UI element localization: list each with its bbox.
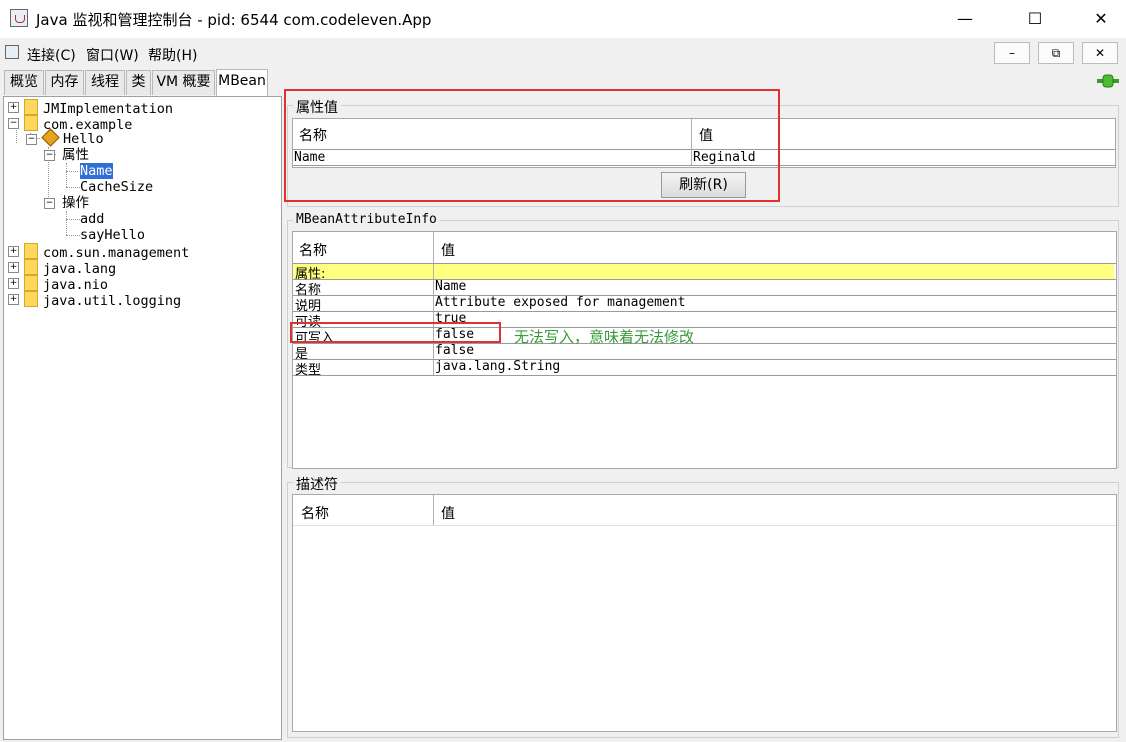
collapse-icon[interactable]: − — [44, 150, 55, 161]
descriptor-title: 描述符 — [293, 474, 341, 494]
table-cell: java.lang.String — [435, 359, 561, 374]
tab-vm-summary[interactable]: VM 概要 — [152, 70, 215, 95]
table-cell: false — [435, 343, 475, 358]
table-cell: Name — [435, 279, 467, 294]
mbean-tree[interactable]: + JMImplementation − com.example − Hello… — [3, 96, 282, 740]
annotation-box-writable — [290, 322, 501, 343]
folder-icon — [24, 99, 38, 115]
expand-icon[interactable]: + — [8, 278, 19, 289]
tree-node-attributes[interactable]: 属性 — [62, 147, 89, 163]
collapse-icon[interactable]: − — [26, 134, 37, 145]
column-header-value[interactable]: 值 — [441, 503, 455, 523]
tab-memory[interactable]: 内存 — [45, 70, 84, 95]
tree-node-sayhello[interactable]: sayHello — [80, 227, 145, 243]
menu-help[interactable]: 帮助(H) — [148, 45, 197, 65]
column-header-value[interactable]: 值 — [441, 240, 455, 260]
mdi-close-button[interactable]: ✕ — [1082, 42, 1118, 64]
close-button[interactable]: ✕ — [1078, 0, 1124, 38]
table-cell: Attribute exposed for management — [435, 295, 686, 310]
java-app-icon — [10, 9, 28, 27]
tab-mbean[interactable]: MBean — [216, 69, 268, 96]
minimize-button[interactable]: — — [942, 0, 988, 38]
menu-window[interactable]: 窗口(W) — [86, 45, 139, 65]
folder-icon — [24, 259, 38, 275]
collapse-icon[interactable]: − — [8, 118, 19, 129]
tree-node-add[interactable]: add — [80, 211, 104, 227]
java-small-icon[interactable] — [5, 45, 19, 59]
mdi-minimize-button[interactable]: – — [994, 42, 1030, 64]
tree-node-java-util-logging[interactable]: java.util.logging — [24, 291, 181, 309]
maximize-button[interactable]: ☐ — [1012, 0, 1058, 38]
tree-node-name[interactable]: Name — [79, 162, 114, 180]
menu-connection[interactable]: 连接(C) — [27, 45, 76, 65]
attribute-info-table[interactable]: 名称 值 属性: 名称 Name 说明 Attribute exposed fo… — [292, 231, 1117, 469]
window-title: Java 监视和管理控制台 - pid: 6544 com.codeleven.… — [36, 11, 432, 29]
column-header-name[interactable]: 名称 — [299, 240, 327, 260]
expand-icon[interactable]: + — [8, 246, 19, 257]
expand-icon[interactable]: + — [8, 262, 19, 273]
folder-icon — [24, 115, 38, 131]
descriptor-table[interactable]: 名称 值 — [292, 494, 1117, 732]
tab-threads[interactable]: 线程 — [85, 70, 125, 95]
table-cell: 类型 — [295, 363, 322, 378]
annotation-text: 无法写入，意味着无法修改 — [514, 328, 695, 346]
tree-node-operations[interactable]: 操作 — [62, 195, 89, 211]
expand-icon[interactable]: + — [8, 294, 19, 305]
connection-status-icon — [1097, 74, 1119, 88]
highlight-row — [293, 263, 1114, 279]
folder-icon — [24, 243, 38, 259]
collapse-icon[interactable]: − — [44, 198, 55, 209]
tab-overview[interactable]: 概览 — [4, 70, 44, 95]
attribute-info-title: MBeanAttributeInfo — [293, 212, 440, 227]
column-header-name[interactable]: 名称 — [301, 503, 329, 523]
mbean-icon — [41, 128, 60, 147]
folder-icon — [24, 275, 38, 291]
expand-icon[interactable]: + — [8, 102, 19, 113]
annotation-box-attribute-values — [284, 89, 780, 202]
tab-classes[interactable]: 类 — [126, 70, 151, 95]
folder-icon — [24, 291, 38, 307]
tree-node-cachesize[interactable]: CacheSize — [80, 179, 153, 195]
mdi-restore-button[interactable]: ⧉ — [1038, 42, 1074, 64]
tree-node-hello[interactable]: Hello — [41, 128, 104, 147]
